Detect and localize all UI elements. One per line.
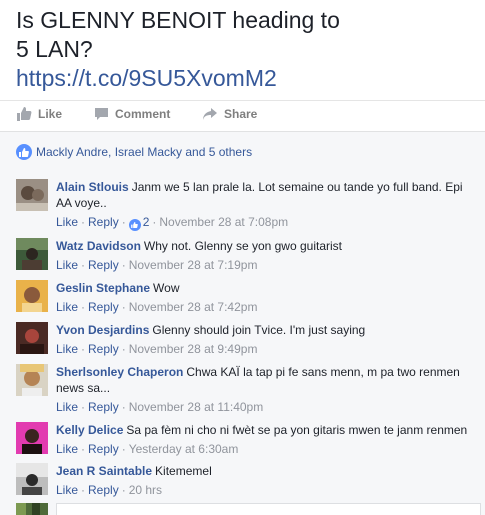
comment-timestamp[interactable]: November 28 at 11:40pm — [129, 400, 264, 414]
comment-reply-link[interactable]: Reply — [88, 342, 119, 356]
comment-reply-link[interactable]: Reply — [88, 483, 119, 497]
comment-reply-link[interactable]: Reply — [88, 258, 119, 272]
comment-reply-link[interactable]: Reply — [88, 215, 119, 229]
comment-author[interactable]: Sherlsonley Chaperon — [56, 365, 183, 379]
comment-author[interactable]: Watz Davidson — [56, 239, 141, 253]
comment-text: Kitememel — [155, 464, 212, 478]
comment-text: Why not. Glenny se yon gwo guitarist — [143, 239, 342, 253]
avatar[interactable] — [16, 179, 48, 211]
comment-author[interactable]: Jean R Saintable — [56, 464, 152, 478]
comment-timestamp[interactable]: November 28 at 7:42pm — [129, 300, 258, 314]
like-label: Like — [38, 107, 63, 121]
comment-timestamp[interactable]: November 28 at 7:19pm — [129, 258, 258, 272]
comment-button[interactable]: Comment — [94, 107, 170, 121]
comment-input[interactable] — [56, 503, 481, 515]
avatar[interactable] — [16, 238, 48, 270]
comment-timestamp[interactable]: November 28 at 7:08pm — [159, 215, 288, 229]
comment-like-count[interactable]: 2 — [143, 215, 150, 229]
comment-author[interactable]: Geslin Stephane — [56, 281, 150, 295]
comment-timestamp[interactable]: November 28 at 9:49pm — [129, 342, 258, 356]
comment-reply-link[interactable]: Reply — [88, 400, 119, 414]
current-user-avatar — [16, 503, 48, 515]
avatar[interactable] — [16, 364, 48, 396]
comment-like-link[interactable]: Like — [56, 300, 78, 314]
comment-like-link[interactable]: Like — [56, 215, 78, 229]
comment-author[interactable]: Yvon Desjardins — [56, 323, 149, 337]
comment-like-link[interactable]: Like — [56, 483, 78, 497]
avatar[interactable] — [16, 422, 48, 454]
share-icon — [203, 108, 217, 120]
comment-label: Comment — [115, 107, 171, 121]
comment-like-link[interactable]: Like — [56, 342, 78, 356]
avatar[interactable] — [16, 463, 48, 495]
post-text-line2: 5 LAN? — [16, 36, 93, 62]
post-text: Is GLENNY BENOIT heading to 5 LAN? https… — [16, 6, 476, 93]
comment-timestamp[interactable]: Yesterday at 6:30am — [129, 442, 239, 456]
comment-icon — [95, 108, 108, 120]
comment-text: Glenny should join Tvice. I'm just sayin… — [152, 323, 366, 337]
post-link[interactable]: https://t.co/9SU5XvomM2 — [16, 64, 476, 93]
avatar[interactable] — [16, 280, 48, 312]
comment-like-link[interactable]: Like — [56, 442, 78, 456]
comment-timestamp[interactable]: 20 hrs — [129, 483, 162, 497]
comment-like-link[interactable]: Like — [56, 400, 78, 414]
reactions-summary[interactable]: Mackly Andre, Israel Macky and 5 others — [16, 144, 252, 160]
thumbs-up-icon — [17, 107, 32, 121]
share-button[interactable]: Share — [202, 107, 257, 121]
reactions-bar: Mackly Andre, Israel Macky and 5 others — [0, 131, 485, 171]
comment-reply-link[interactable]: Reply — [88, 300, 119, 314]
comment-author[interactable]: Kelly Delice — [56, 423, 123, 437]
reactions-text: Mackly Andre, Israel Macky and 5 others — [36, 145, 253, 159]
post-actions-bar: Like Comment Share — [0, 100, 485, 130]
comment-text: Sa pa fèm ni cho ni fwèt se pa yon gitar… — [126, 423, 468, 437]
like-reaction-icon — [128, 219, 141, 231]
avatar[interactable] — [16, 322, 48, 354]
like-button[interactable]: Like — [16, 107, 62, 121]
share-label: Share — [224, 107, 258, 121]
comment-text: Wow — [153, 281, 180, 295]
like-reaction-icon — [16, 144, 32, 160]
comment-like-link[interactable]: Like — [56, 258, 78, 272]
comment-author[interactable]: Alain Stlouis — [56, 180, 129, 194]
post-text-line1: Is GLENNY BENOIT heading to — [16, 7, 340, 33]
comment-reply-link[interactable]: Reply — [88, 442, 119, 456]
